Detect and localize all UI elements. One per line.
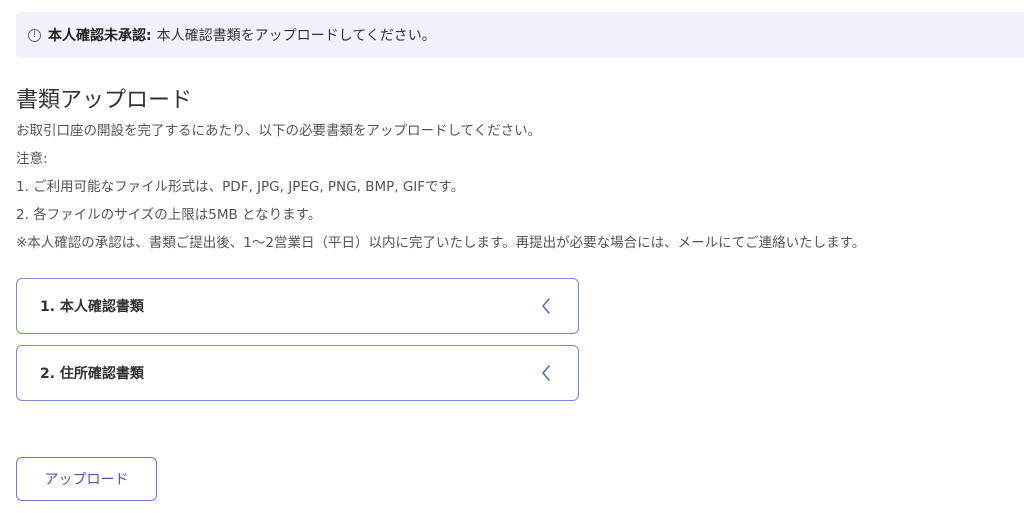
alert-message: 本人確認書類をアップロードしてください。 bbox=[156, 28, 436, 44]
alert-title: 本人確認未承認: bbox=[48, 28, 152, 44]
accordion-identity-documents[interactable]: 1. 本人確認書類 bbox=[16, 278, 579, 334]
page-title: 書類アップロード bbox=[16, 88, 193, 113]
note-approval-time: ※本人確認の承認は、書類ご提出後、1〜2営業日（平日）以内に完了いたします。再提… bbox=[16, 235, 866, 251]
description-text: お取引口座の開設を完了するにあたり、以下の必要書類をアップロードしてください。 bbox=[16, 123, 542, 139]
chevron-left-icon bbox=[540, 297, 552, 315]
notice-label: 注意: bbox=[16, 151, 48, 167]
note-file-size: 2. 各ファイルのサイズの上限は5MB となります。 bbox=[16, 207, 322, 223]
note-file-formats: 1. ご利用可能なファイル形式は、PDF, JPG, JPEG, PNG, BM… bbox=[16, 179, 465, 195]
accordion-label: 1. 本人確認書類 bbox=[40, 299, 144, 315]
accordion-label: 2. 住所確認書類 bbox=[40, 366, 144, 382]
accordion-address-documents[interactable]: 2. 住所確認書類 bbox=[16, 345, 579, 401]
chevron-left-icon bbox=[540, 364, 552, 382]
instructions: お取引口座の開設を完了するにあたり、以下の必要書類をアップロードしてください。 … bbox=[16, 117, 865, 257]
status-alert: ! 本人確認未承認: 本人確認書類をアップロードしてください。 bbox=[16, 12, 1024, 58]
upload-button[interactable]: アップロード bbox=[16, 457, 157, 501]
info-circle-icon: ! bbox=[28, 28, 41, 42]
